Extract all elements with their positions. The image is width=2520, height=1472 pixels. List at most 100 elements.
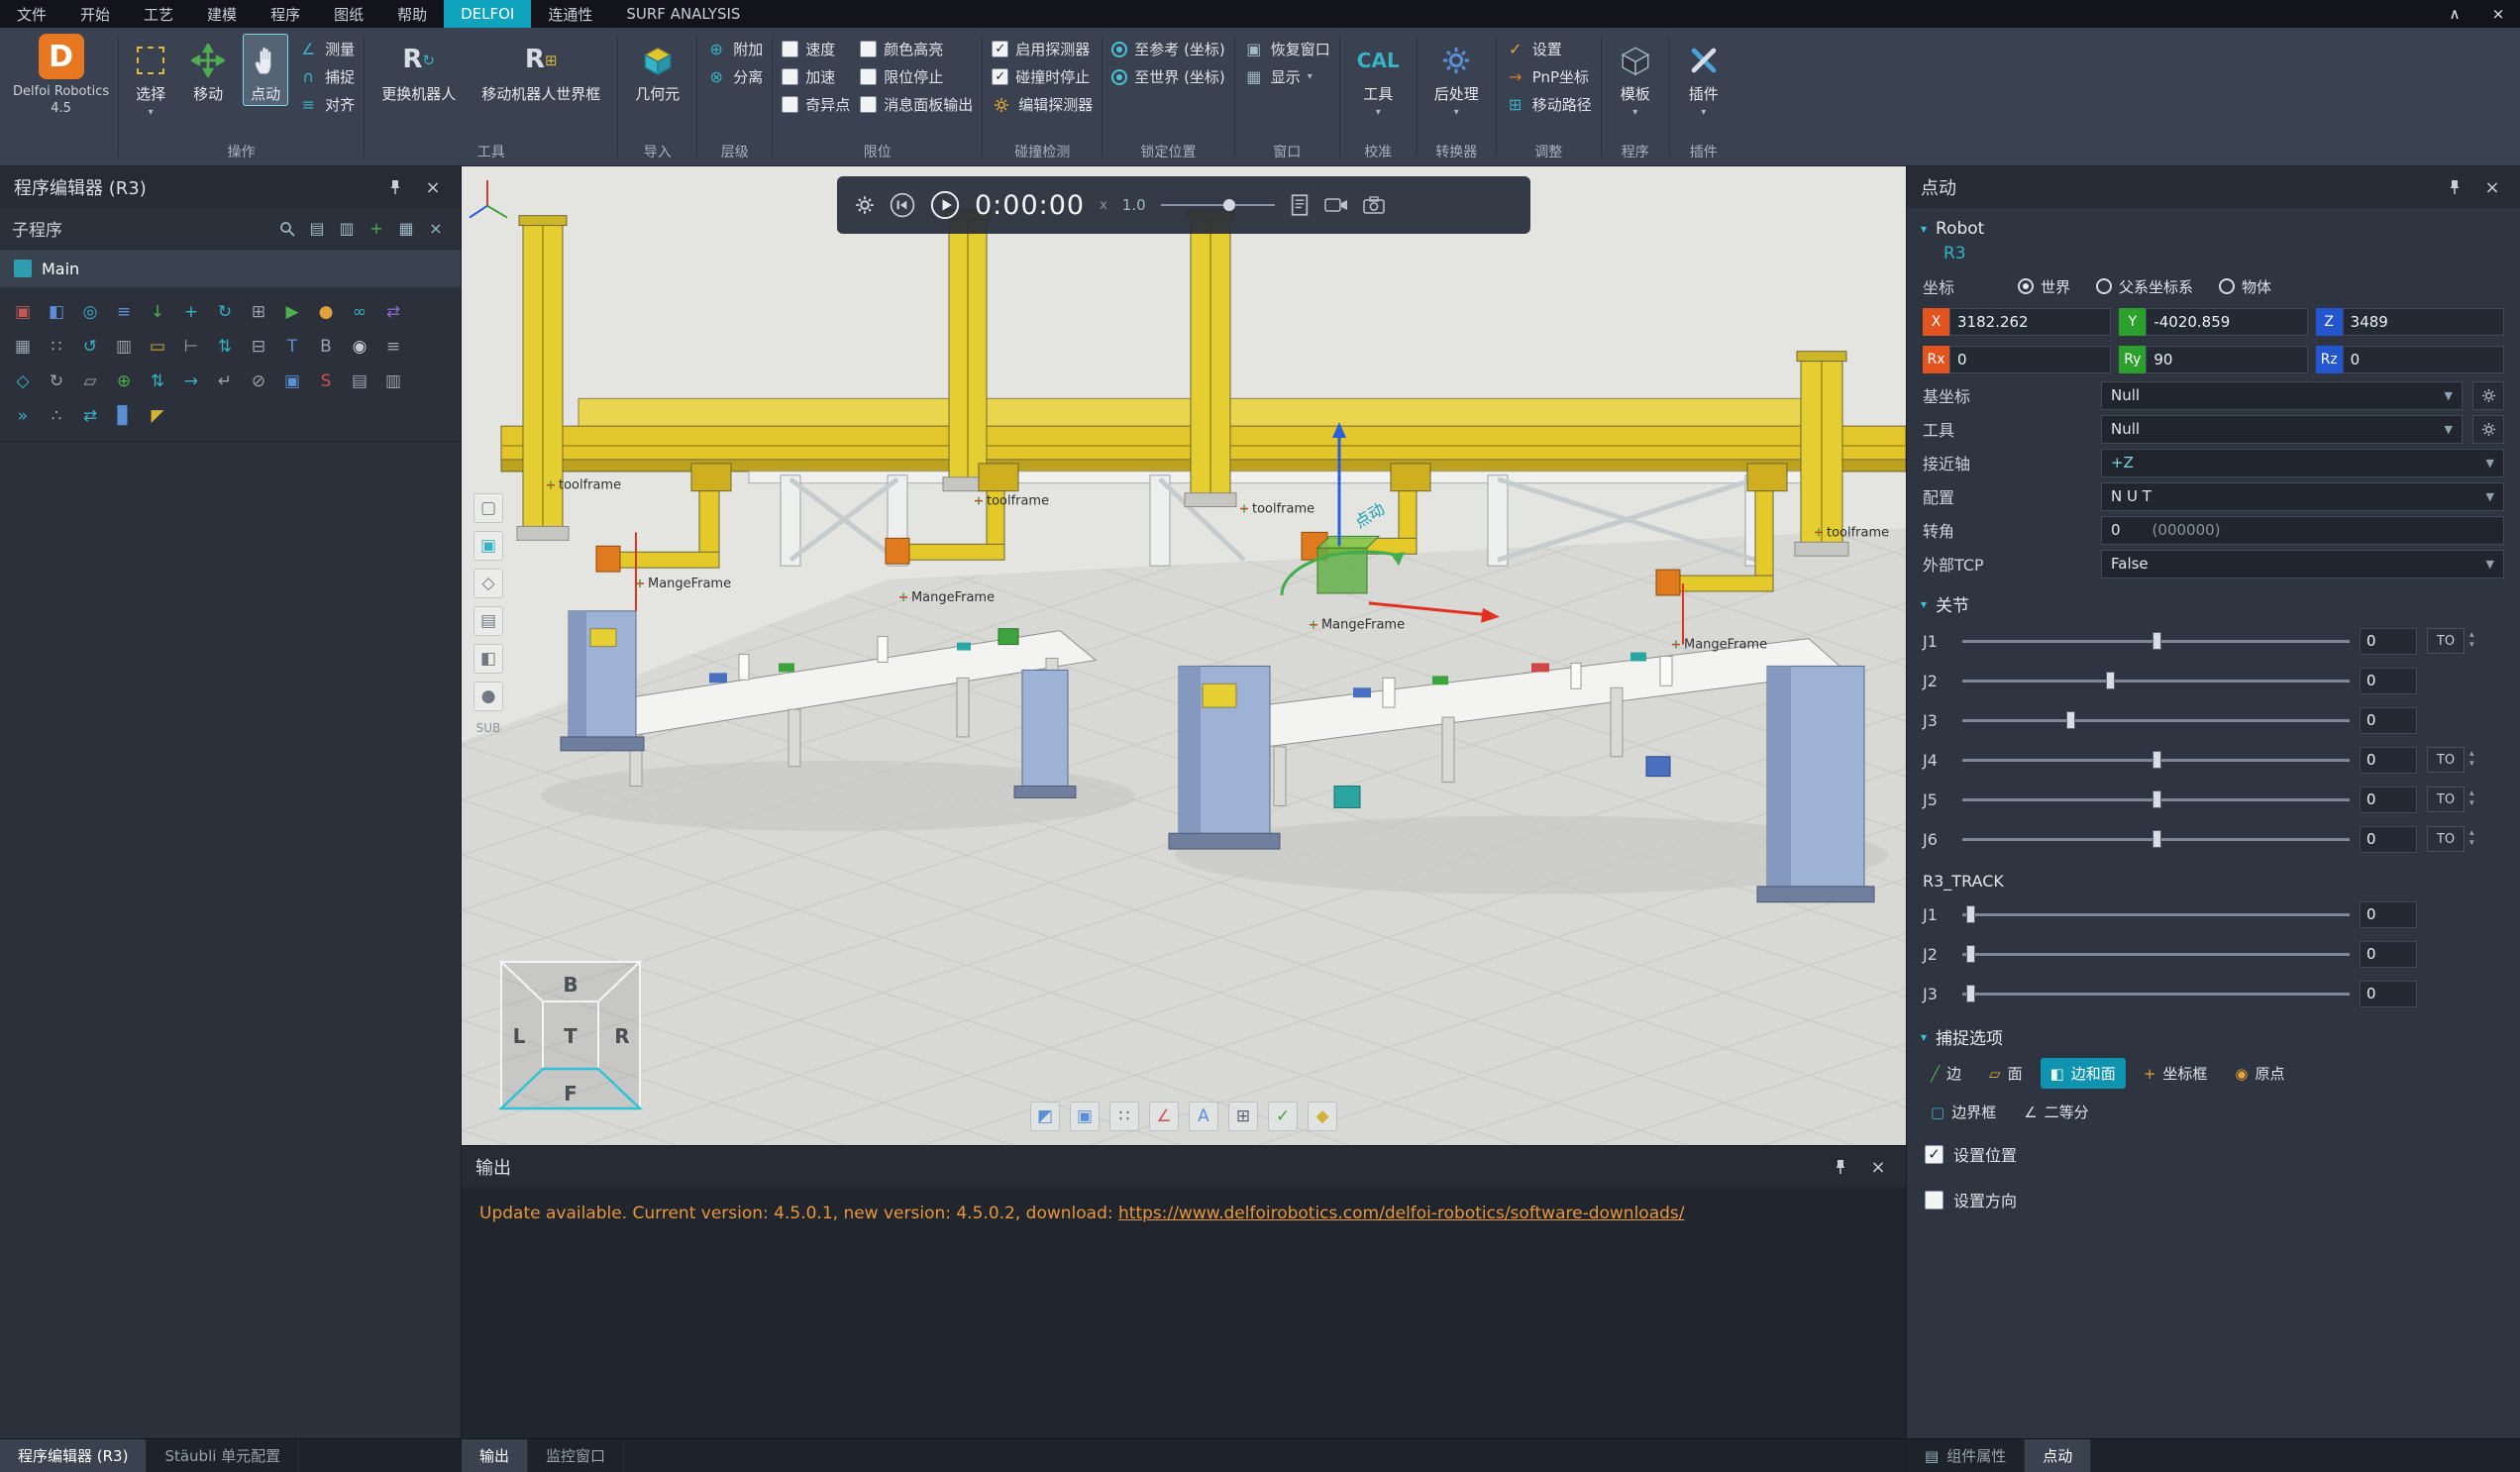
- detach-button[interactable]: ⊗分离: [706, 66, 763, 87]
- close-icon[interactable]: ×: [2478, 174, 2506, 200]
- snap-frame-button[interactable]: +坐标框: [2134, 1058, 2218, 1089]
- render-icon[interactable]: ●: [473, 682, 503, 711]
- template-button[interactable]: 模板▾: [1611, 34, 1660, 122]
- settings-button[interactable]: ✓设置: [1506, 39, 1592, 59]
- geometry-button[interactable]: 几何元: [627, 34, 687, 106]
- joint-slider-j5[interactable]: [1962, 789, 2350, 809]
- joint-slider-j6[interactable]: [1962, 829, 2350, 849]
- list-icon[interactable]: ≡: [378, 332, 408, 362]
- base-frame-gear-icon[interactable]: [2472, 381, 2504, 410]
- select-button[interactable]: 选择▾: [128, 34, 173, 122]
- record-video-icon[interactable]: [1324, 196, 1348, 214]
- tab-monitor-window[interactable]: 监控窗口: [528, 1439, 624, 1472]
- postprocess-button[interactable]: 后处理▾: [1426, 34, 1487, 122]
- section-snap-options[interactable]: ▾ 捕捉选项: [1907, 1013, 2520, 1054]
- duplicate-program-icon[interactable]: ▥: [334, 216, 360, 242]
- tool-gear-icon[interactable]: [2472, 415, 2504, 444]
- tab-jog[interactable]: 点动: [2025, 1439, 2091, 1472]
- iso-view-icon[interactable]: ◇: [473, 569, 503, 598]
- flag-icon[interactable]: ◤: [143, 401, 172, 431]
- world-frame-icon[interactable]: ◎: [75, 297, 105, 327]
- section-robot[interactable]: ▾ Robot: [1907, 208, 2520, 244]
- accel-checkbox[interactable]: 加速: [782, 66, 850, 87]
- branch-icon[interactable]: ⊢: [176, 332, 206, 362]
- rz-input[interactable]: [2343, 346, 2504, 373]
- joint-to-button-j1[interactable]: TO: [2427, 628, 2465, 654]
- track-value-j2[interactable]: [2360, 941, 2417, 968]
- points-icon[interactable]: ∷: [42, 332, 71, 362]
- play-statement-icon[interactable]: ▶: [277, 297, 307, 327]
- insert-icon[interactable]: ⊕: [109, 367, 139, 396]
- export-icon[interactable]: »: [8, 401, 38, 431]
- grid-icon[interactable]: ⊞: [244, 297, 273, 327]
- layers-icon[interactable]: ▤: [473, 606, 503, 636]
- tab-component-properties[interactable]: ▤组件属性: [1907, 1439, 2025, 1472]
- select-part-icon[interactable]: ◩: [1030, 1102, 1060, 1131]
- tree-item-main[interactable]: Main: [0, 250, 461, 287]
- section-icon[interactable]: ◧: [473, 644, 503, 674]
- menu-process[interactable]: 工艺: [127, 0, 190, 28]
- joint-spinner-j5[interactable]: ▴▾: [2469, 789, 2474, 809]
- joint-spinner-j1[interactable]: ▴▾: [2469, 631, 2474, 651]
- display-button[interactable]: ▦显示▾: [1244, 66, 1330, 87]
- io-icon[interactable]: ▣: [277, 367, 307, 396]
- wait-icon[interactable]: ●: [311, 297, 341, 327]
- goto-icon[interactable]: →: [176, 367, 206, 396]
- window-close-icon[interactable]: ×: [2476, 0, 2520, 28]
- singularity-checkbox[interactable]: 奇异点: [782, 94, 850, 115]
- snap-edge-button[interactable]: ╱边: [1921, 1058, 1971, 1089]
- copy-icon[interactable]: ▱: [75, 367, 105, 396]
- message-output-checkbox[interactable]: 消息面板输出: [860, 94, 973, 115]
- folder-icon[interactable]: ▭: [143, 332, 172, 362]
- zoom-region-icon[interactable]: ▣: [473, 531, 503, 561]
- track-value-j1[interactable]: [2360, 901, 2417, 928]
- add-program-icon[interactable]: +: [364, 216, 389, 242]
- sync-icon[interactable]: ⊘: [244, 367, 273, 396]
- play-icon[interactable]: [930, 190, 960, 220]
- coord-world-radio[interactable]: 世界: [2018, 276, 2070, 297]
- frame-icon[interactable]: ◧: [42, 297, 71, 327]
- menu-delfoi[interactable]: DELFOI: [444, 0, 531, 28]
- joint-slider-j2[interactable]: [1962, 671, 2350, 690]
- select-frame-icon[interactable]: ▣: [1070, 1102, 1100, 1131]
- external-tcp-dropdown[interactable]: False▼: [2101, 550, 2504, 578]
- speed-slider[interactable]: [1161, 198, 1275, 212]
- skip-start-icon[interactable]: [890, 192, 915, 218]
- joint-to-button-j5[interactable]: TO: [2427, 787, 2465, 812]
- delete-program-icon[interactable]: ×: [423, 216, 449, 242]
- shuffle-icon[interactable]: ⇅: [210, 332, 240, 362]
- joint-to-button-j6[interactable]: TO: [2427, 826, 2465, 852]
- restore-windows-button[interactable]: ▣恢复窗口: [1244, 39, 1330, 59]
- tab-program-editor[interactable]: 程序编辑器 (R3): [0, 1439, 147, 1472]
- joint-spinner-j6[interactable]: ▴▾: [2469, 829, 2474, 849]
- camera-views-icon[interactable]: ◆: [1308, 1102, 1337, 1131]
- ribbon-collapse-icon[interactable]: ∧: [2433, 0, 2476, 28]
- pose-icon[interactable]: ▣: [8, 297, 38, 327]
- joint-value-j3[interactable]: [2360, 707, 2417, 734]
- approach-axis-dropdown[interactable]: +Z▼: [2101, 449, 2504, 477]
- text-icon[interactable]: T: [277, 332, 307, 362]
- joint-to-button-j4[interactable]: TO: [2427, 747, 2465, 773]
- stop-icon[interactable]: S: [311, 367, 341, 396]
- tool-dropdown[interactable]: Null▼: [2101, 415, 2463, 444]
- snap-origin-button[interactable]: ◉原点: [2225, 1058, 2294, 1089]
- pin-icon[interactable]: [381, 174, 409, 200]
- joint-value-j1[interactable]: [2360, 628, 2417, 655]
- attach-button[interactable]: ⊕附加: [706, 39, 763, 59]
- reset-icon[interactable]: ↺: [75, 332, 105, 362]
- limit-stop-checkbox[interactable]: 限位停止: [860, 66, 973, 87]
- search-icon[interactable]: [274, 216, 300, 242]
- snap-button[interactable]: ∩捕捉: [298, 66, 355, 87]
- tab-output[interactable]: 输出: [462, 1439, 528, 1472]
- split-icon[interactable]: ⊟: [244, 332, 273, 362]
- menu-connectivity[interactable]: 连通性: [531, 0, 609, 28]
- swap-robot-button[interactable]: R↻ 更换机器人: [373, 34, 464, 106]
- joint-spinner-j4[interactable]: ▴▾: [2469, 750, 2474, 770]
- edit-detector-button[interactable]: 编辑探测器: [992, 94, 1093, 115]
- grid2-icon[interactable]: ▦: [8, 332, 38, 362]
- joint-value-j4[interactable]: [2360, 747, 2417, 774]
- tool-calibration-button[interactable]: CAL 工具▾: [1349, 34, 1408, 122]
- pin-icon[interactable]: [2441, 174, 2468, 200]
- turn-angle-input[interactable]: 0(000000): [2101, 516, 2504, 545]
- annotate-icon[interactable]: A: [1189, 1102, 1218, 1131]
